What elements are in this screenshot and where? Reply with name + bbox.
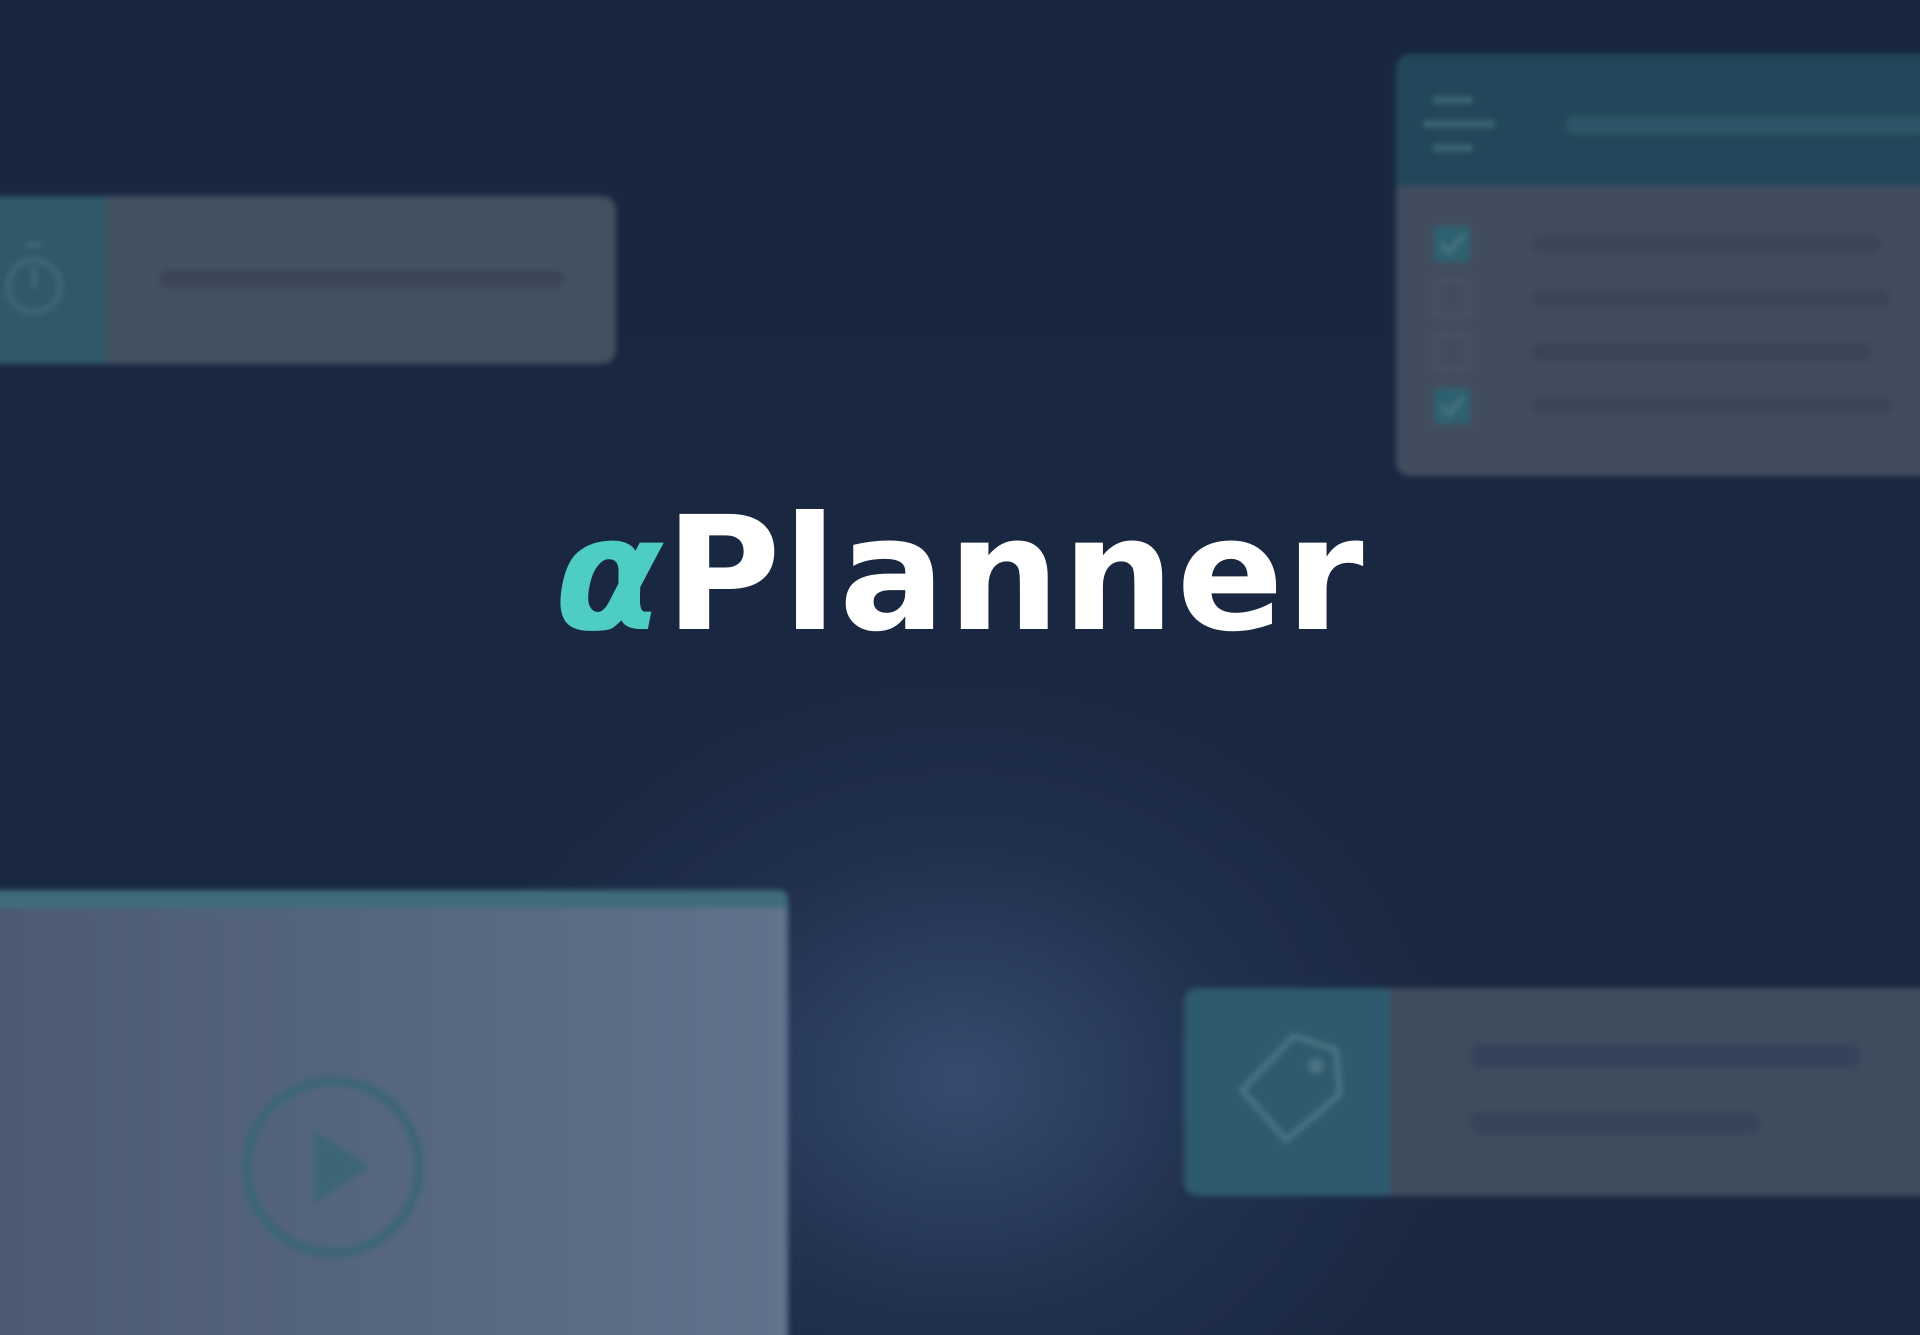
app-logo: αPlanner bbox=[0, 496, 1920, 654]
timer-card bbox=[0, 196, 616, 364]
decorative-cards bbox=[0, 0, 1920, 1335]
checklist-item bbox=[1432, 332, 1920, 372]
checkbox-checked-icon bbox=[1434, 226, 1470, 262]
checklist-item bbox=[1432, 386, 1920, 426]
checklist-item-text-placeholder bbox=[1532, 343, 1872, 361]
tag-card-title-placeholder bbox=[1470, 1044, 1860, 1068]
checkbox-checked-icon bbox=[1434, 388, 1470, 424]
tag-card-subtitle-placeholder bbox=[1470, 1112, 1760, 1134]
logo-alpha: α bbox=[554, 483, 665, 667]
checkbox-empty-icon bbox=[1433, 333, 1471, 371]
checklist-item-text-placeholder bbox=[1532, 397, 1892, 415]
video-card bbox=[0, 890, 788, 1335]
checklist-item bbox=[1432, 278, 1920, 318]
logo-wordmark: Planner bbox=[664, 483, 1366, 667]
tag-icon bbox=[1239, 1033, 1343, 1143]
tag-card bbox=[1184, 988, 1920, 1196]
timer-card-text-placeholder bbox=[160, 270, 564, 288]
checklist-item-text-placeholder bbox=[1532, 235, 1882, 253]
video-card-header-strip bbox=[0, 890, 788, 908]
checkbox-empty-icon bbox=[1433, 279, 1471, 317]
checklist-item-text-placeholder bbox=[1532, 289, 1890, 307]
menu-icon bbox=[1422, 96, 1496, 152]
play-icon bbox=[242, 1076, 424, 1258]
stopwatch-icon bbox=[5, 242, 63, 315]
checklist-card bbox=[1396, 54, 1920, 476]
checklist-card-title-placeholder bbox=[1566, 116, 1920, 134]
checklist-item bbox=[1432, 224, 1920, 264]
